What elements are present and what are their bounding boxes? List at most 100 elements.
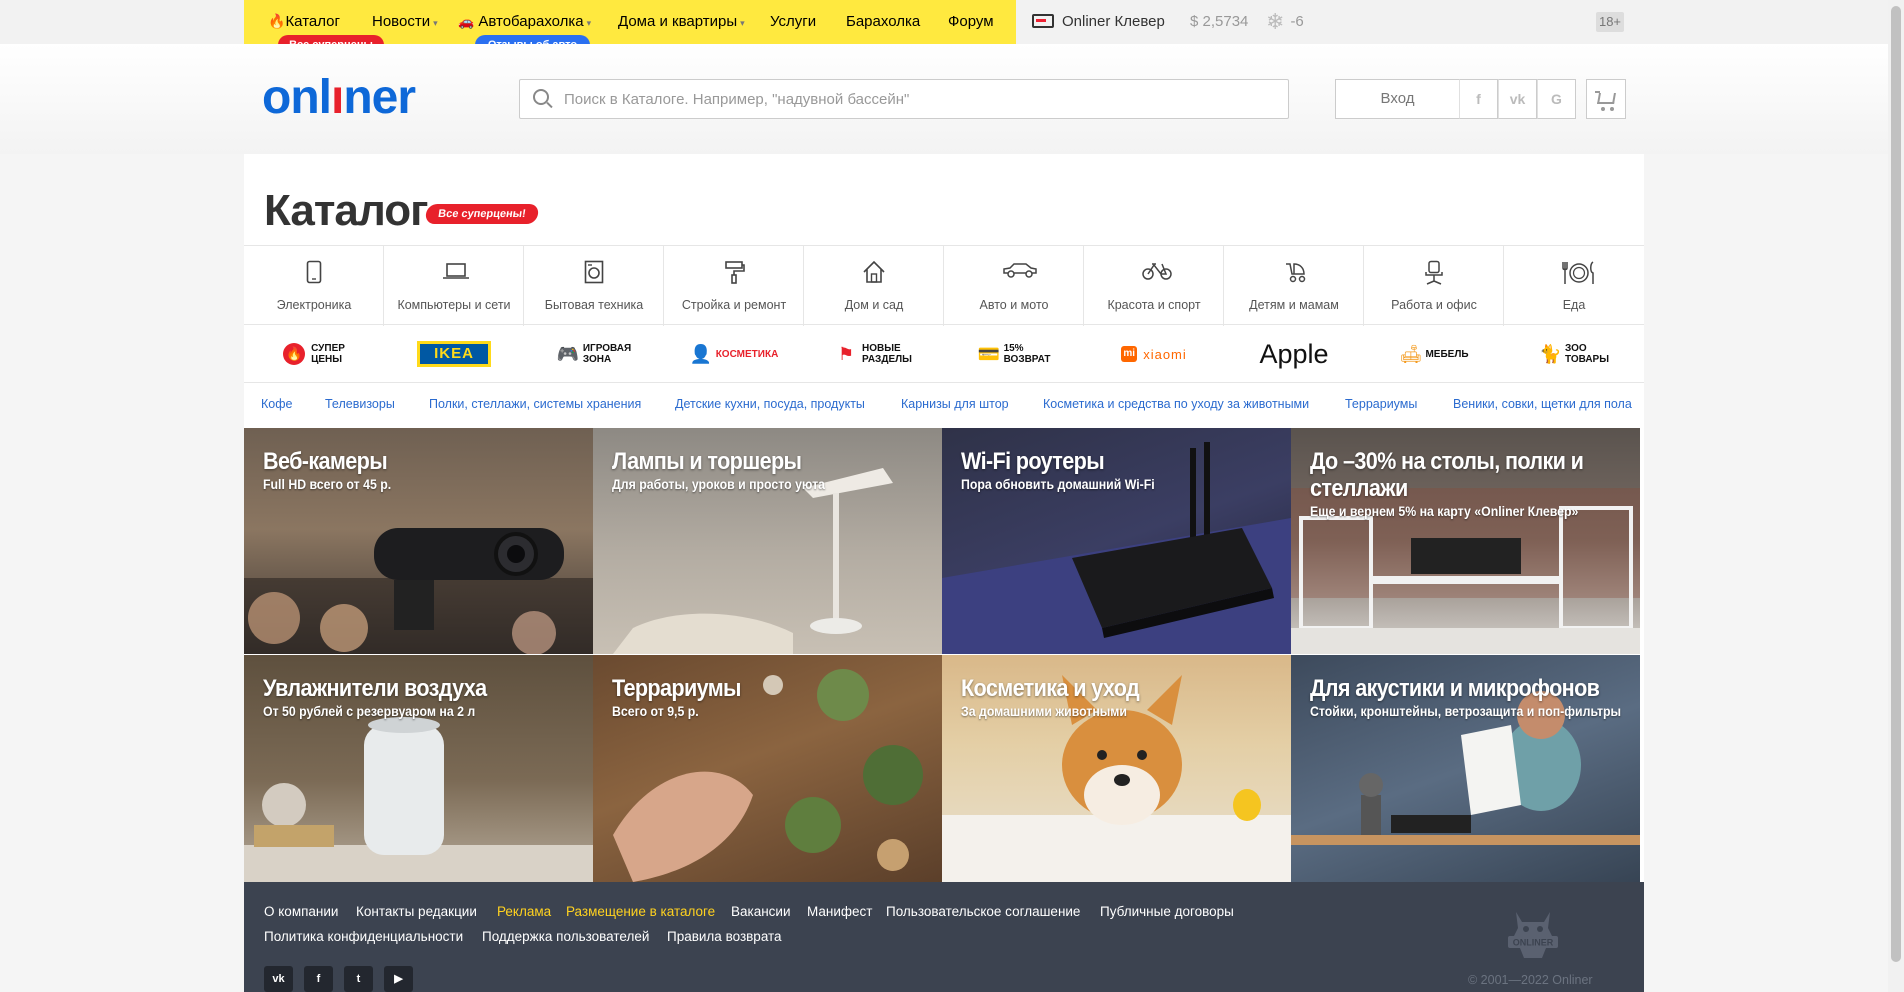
twitter-social-button[interactable]: t — [344, 966, 373, 992]
search-input[interactable] — [564, 80, 1274, 118]
promo-tile-lamps[interactable]: Лампы и торшеры Для работы, уроков и про… — [593, 428, 942, 654]
brand-new-sections[interactable]: ⚑ НОВЫЕ РАЗДЕЛЫ — [804, 325, 944, 383]
brand-row: 🔥 СУПЕР ЦЕНЫ IKEA 🎮 ИГРОВАЯ ЗОНА 👤 КОСМЕТИ… — [244, 325, 1644, 383]
category-computers[interactable]: Компьютеры и сети — [384, 246, 524, 326]
google-login-button[interactable]: G — [1537, 79, 1576, 119]
facebook-icon: f — [316, 973, 321, 985]
vk-icon: vk — [1509, 91, 1526, 107]
login-button[interactable]: Вход — [1335, 79, 1459, 119]
promo-tile-acoustics[interactable]: Для акустики и микрофонов Стойки, кроншт… — [1291, 655, 1640, 882]
promo-tile-humidifiers[interactable]: Увлажнители воздуха От 50 рублей с резер… — [244, 655, 593, 882]
quick-link[interactable]: Кофе — [261, 397, 292, 411]
search-icon — [533, 89, 549, 105]
facebook-login-button[interactable]: f — [1459, 79, 1498, 119]
footer-link[interactable]: Поддержка пользователей — [482, 929, 649, 944]
tile-title: Террариумы — [612, 675, 741, 702]
footer-link[interactable]: Манифест — [807, 904, 872, 919]
footer-link[interactable]: Размещение в каталоге — [566, 904, 715, 919]
vk-icon: vk — [272, 973, 285, 985]
vk-social-button[interactable]: vk — [264, 966, 293, 992]
tile-subtitle: Стойки, кронштейны, ветрозащита и поп-фи… — [1310, 703, 1622, 719]
footer-link[interactable]: Реклама — [497, 904, 551, 919]
quick-link[interactable]: Телевизоры — [325, 397, 395, 411]
snowflake-icon: ❄ — [1266, 9, 1285, 34]
brand-apple[interactable]: Apple — [1224, 325, 1364, 383]
quick-link[interactable]: Карнизы для штор — [901, 397, 1009, 411]
footer-link[interactable]: Публичные договоры — [1100, 904, 1234, 919]
tile-subtitle: Еще и вернем 5% на карту «Onliner Клевер… — [1310, 503, 1579, 519]
facebook-social-button[interactable]: f — [304, 966, 333, 992]
superprices-title-badge[interactable]: Все суперцены! — [424, 204, 540, 224]
category-appliances[interactable]: Бытовая техника — [524, 246, 664, 326]
brand-cosmetics[interactable]: 👤 КОСМЕТИКА — [664, 325, 804, 383]
brand-furniture[interactable]: 🛋 МЕБЕЛЬ — [1364, 325, 1504, 383]
facebook-icon: f — [1476, 91, 1481, 107]
page-title: Каталог — [264, 186, 428, 235]
nav-news[interactable]: Новости ▾ — [372, 13, 438, 30]
tile-subtitle: Для работы, уроков и просто уюта — [612, 476, 826, 492]
tile-title: Увлажнители воздуха — [263, 675, 487, 702]
footer-link[interactable]: Вакансии — [731, 904, 791, 919]
footer-link[interactable]: Правила возврата — [667, 929, 782, 944]
quick-links: Кофе Телевизоры Полки, стеллажи, системы… — [244, 383, 1644, 428]
footer-link[interactable]: Пользовательское соглашение — [886, 904, 1080, 919]
brand-gaming-zone[interactable]: 🎮 ИГРОВАЯ ЗОНА — [524, 325, 664, 383]
promo-tile-webcams[interactable]: Веб-камеры Full HD всего от 45 р. — [244, 428, 593, 654]
card-icon: 💳 — [977, 344, 1000, 364]
youtube-social-button[interactable]: ▶ — [384, 966, 413, 992]
footer-link[interactable]: О компании — [264, 904, 338, 919]
youtube-icon: ▶ — [394, 973, 403, 985]
tile-subtitle: За домашними животными — [961, 703, 1128, 719]
weather[interactable]: ❄ -6 — [1266, 9, 1304, 35]
car-icon — [1002, 260, 1037, 286]
brand-superprices[interactable]: 🔥 СУПЕР ЦЕНЫ — [244, 325, 384, 383]
nav-catalog[interactable]: 🔥Каталог — [268, 13, 340, 30]
currency-rate[interactable]: $ 2,5734 — [1190, 13, 1248, 30]
clever-link[interactable]: Onliner Клевер — [1032, 13, 1165, 30]
category-food[interactable]: Еда — [1504, 246, 1644, 326]
category-office[interactable]: Работа и офис — [1364, 246, 1504, 326]
vk-login-button[interactable]: vk — [1498, 79, 1537, 119]
onliner-mascot-logo: ONLINER — [1508, 912, 1558, 958]
brand-xiaomi[interactable]: mi xiaomi — [1084, 325, 1224, 383]
promo-tile-furniture-sale[interactable]: До –30% на столы, полки и стеллажи Еще и… — [1291, 428, 1640, 654]
tile-title: До –30% на столы, полки и стеллажи — [1310, 448, 1584, 502]
xiaomi-logo-icon: mi — [1121, 346, 1138, 362]
search-box[interactable] — [519, 79, 1289, 119]
logo[interactable]: onlıner — [262, 70, 416, 125]
category-beauty-sport[interactable]: Красота и спорт — [1084, 246, 1224, 326]
nav-autobaraholka[interactable]: 🚗 Автобарахолка ▾ — [458, 13, 591, 30]
promo-tile-routers[interactable]: Wi-Fi роутеры Пора обновить домашний Wi-… — [942, 428, 1291, 654]
chevron-down-icon: ▾ — [586, 18, 592, 28]
category-building[interactable]: Стройка и ремонт — [664, 246, 804, 326]
nav-baraholka[interactable]: Барахолка — [846, 13, 920, 30]
promo-tile-terrariums[interactable]: Террариумы Всего от 9,5 р. — [593, 655, 942, 882]
category-electronics[interactable]: Электроника — [244, 246, 384, 326]
footer-link[interactable]: Политика конфиденциальности — [264, 929, 463, 944]
nav-services[interactable]: Услуги — [770, 13, 816, 30]
chevron-down-icon: ▾ — [740, 18, 745, 28]
quick-link[interactable]: Полки, стеллажи, системы хранения — [429, 397, 641, 411]
quick-link[interactable]: Детские кухни, посуда, продукты — [675, 397, 865, 411]
category-home[interactable]: Дом и сад — [804, 246, 944, 326]
scrollbar-thumb[interactable] — [1891, 6, 1901, 962]
brand-ikea[interactable]: IKEA — [384, 325, 524, 383]
copyright: © 2001—2022 Onliner — [1468, 973, 1593, 987]
stroller-icon — [1282, 260, 1306, 286]
brand-cashback[interactable]: 💳 15% ВОЗВРАТ — [944, 325, 1084, 383]
card-icon — [1032, 14, 1054, 28]
nav-realty[interactable]: Дома и квартиры ▾ — [618, 13, 745, 30]
tile-title: Косметика и уход — [961, 675, 1140, 702]
quick-link[interactable]: Террариумы — [1345, 397, 1417, 411]
category-kids[interactable]: Детям и мамам — [1224, 246, 1364, 326]
brand-zoo[interactable]: 🐈 ЗОО ТОВАРЫ — [1504, 325, 1644, 383]
promo-tile-pet-care[interactable]: Косметика и уход За домашними животными — [942, 655, 1291, 882]
cart-button[interactable] — [1586, 79, 1626, 119]
category-auto[interactable]: Авто и мото — [944, 246, 1084, 326]
quick-link[interactable]: Косметика и средства по уходу за животны… — [1043, 397, 1309, 411]
quick-link[interactable]: Веники, совки, щетки для пола — [1453, 397, 1632, 411]
fire-icon: 🔥 — [283, 343, 306, 365]
footer-link[interactable]: Контакты редакции — [356, 904, 477, 919]
cat-icon: 🐈 — [1538, 344, 1562, 364]
nav-forum[interactable]: Форум — [948, 13, 994, 30]
